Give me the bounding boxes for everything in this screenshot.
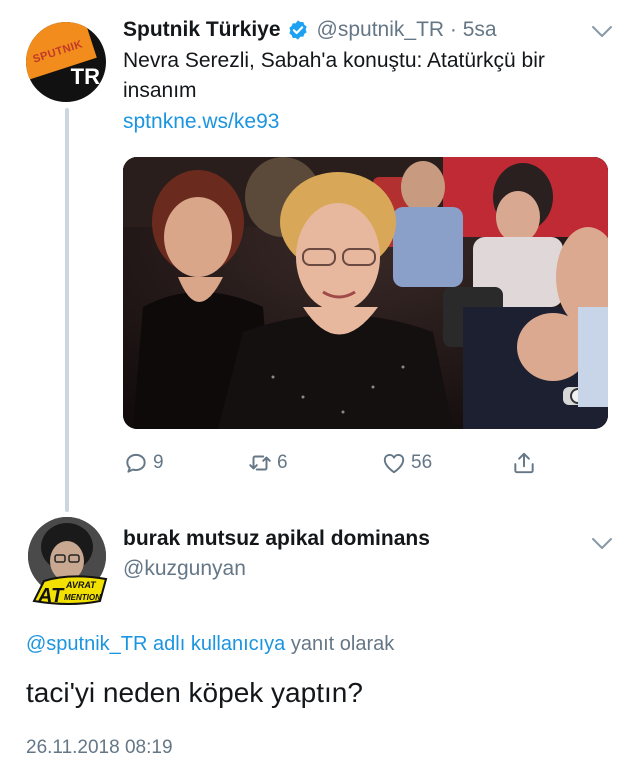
reply-chevron-down-icon[interactable] [591, 537, 613, 551]
replying-to-mention[interactable]: @sputnik_TR adlı kullanıcıya [26, 633, 285, 655]
verified-badge-icon [288, 20, 307, 40]
avatar-tr-text: TR [70, 64, 100, 89]
reply-count: 9 [153, 452, 164, 473]
tweet-link[interactable]: sptnkne.ws/ke93 [123, 110, 279, 134]
retweet-count: 6 [277, 452, 288, 473]
retweet-icon [249, 455, 271, 471]
replying-to-suffix: yanıt olarak [285, 633, 395, 655]
heart-icon [383, 453, 405, 474]
tweet-handle-time[interactable]: @sputnik_TR · 5sa [317, 18, 497, 42]
reply-icon [126, 453, 146, 473]
retweet-button[interactable]: 6 [247, 446, 288, 480]
tweet-actions-bar: 9 6 56 [123, 446, 543, 480]
like-count: 56 [411, 452, 433, 473]
like-button[interactable]: 56 [381, 446, 432, 480]
sputnik-avatar[interactable]: SPUTNIK TR [26, 22, 106, 102]
tweet-photo[interactable] [123, 157, 608, 429]
share-button[interactable] [511, 446, 537, 480]
chevron-down-icon[interactable] [591, 25, 613, 39]
tweet-display-name[interactable]: Sputnik Türkiye [123, 18, 281, 42]
reply-handle[interactable]: @kuzgunyan [123, 557, 246, 581]
reply-timestamp[interactable]: 26.11.2018 08:19 [26, 737, 173, 759]
photo-image [123, 157, 608, 429]
thread-connector-line [65, 108, 69, 512]
share-icon [514, 452, 534, 474]
tweet-header: Sputnik Türkiye @sputnik_TR · 5sa [123, 14, 497, 46]
reply-display-name[interactable]: burak mutsuz apikal dominans [123, 527, 430, 551]
avrat-mention-sticker: AT AVRAT MENTION [32, 575, 108, 607]
tweet-text: Nevra Serezli, Sabah'a konuştu: Atatürkç… [123, 49, 545, 102]
sticker-line1: AVRAT [65, 580, 97, 590]
sticker-line2: MENTION [64, 593, 101, 602]
replying-to-line: @sputnik_TR adlı kullanıcıya yanıt olara… [26, 633, 394, 656]
reply-text: taci'yi neden köpek yaptın? [26, 677, 363, 708]
reply-button[interactable]: 9 [123, 446, 164, 480]
sticker-big-text: AT [37, 585, 65, 607]
